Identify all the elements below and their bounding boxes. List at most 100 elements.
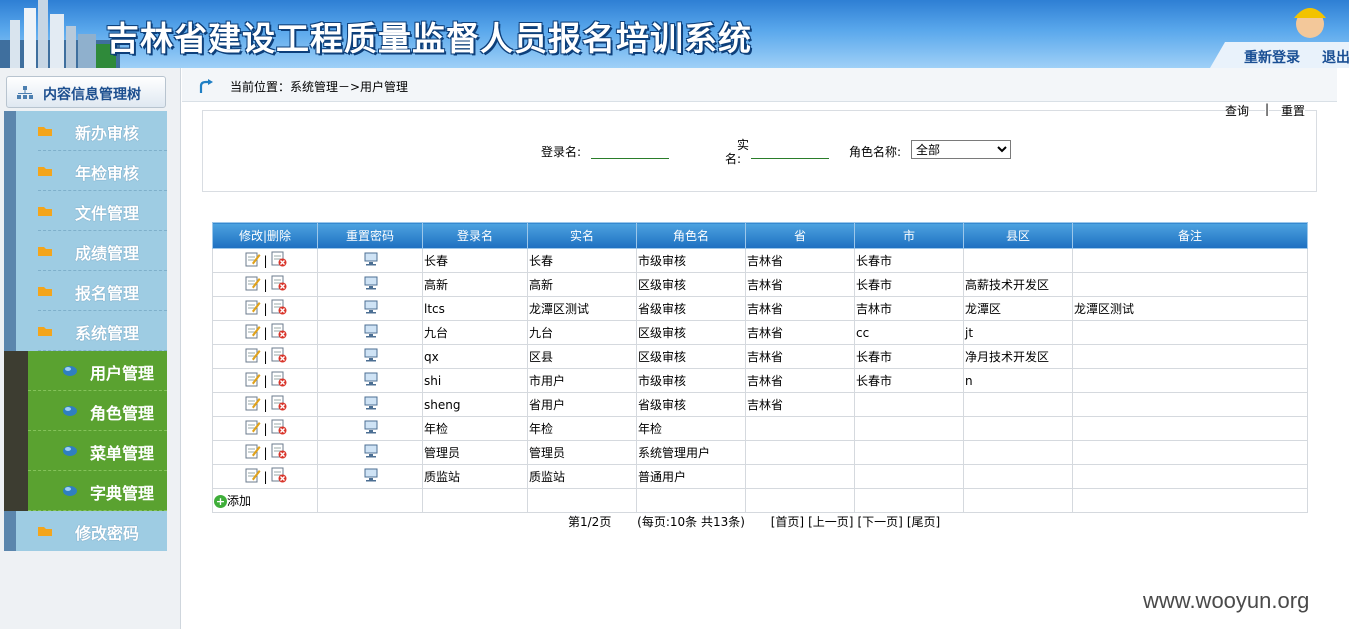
edit-delete-cell: | [212, 272, 318, 297]
sidebar-subitem-users[interactable]: 用户管理 [4, 351, 167, 391]
edit-icon[interactable] [245, 251, 261, 270]
tree-title: 内容信息管理树 [43, 87, 141, 103]
real-name-cell: 区县 [527, 344, 637, 369]
edit-icon[interactable] [245, 371, 261, 390]
role-name-cell: 区级审核 [636, 320, 746, 345]
next-page-link[interactable]: [下一页] [858, 515, 903, 529]
city-cell [854, 392, 964, 417]
city-cell: 长春市 [854, 368, 964, 393]
first-page-link[interactable]: [首页] [771, 515, 804, 529]
delete-icon[interactable] [271, 443, 287, 462]
col-header[interactable]: 实名 [527, 222, 637, 249]
add-label[interactable]: 添加 [227, 494, 251, 508]
edit-icon[interactable] [245, 275, 261, 294]
table-row: | 长春 长春 市级审核 吉林省 长春市 [212, 248, 1308, 273]
reset-password-icon[interactable] [363, 300, 379, 317]
province-cell: 吉林省 [745, 368, 855, 393]
delete-icon[interactable] [271, 371, 287, 390]
real-name-cell: 长春 [527, 248, 637, 273]
reset-password-icon[interactable] [363, 324, 379, 341]
col-header[interactable]: 市 [854, 222, 964, 249]
delete-icon[interactable] [271, 323, 287, 342]
note-cell [1072, 272, 1308, 297]
edit-icon[interactable] [245, 395, 261, 414]
edit-delete-cell: | [212, 392, 318, 417]
sidebar-item-label: 成绩管理 [75, 244, 140, 263]
add-cell[interactable]: + 添加 [212, 488, 318, 513]
real-name-input[interactable] [751, 143, 829, 159]
prev-page-link[interactable]: [上一页] [808, 515, 853, 529]
tree-header[interactable]: 内容信息管理树 [6, 76, 166, 108]
reset-link[interactable]: 重置 [1281, 102, 1306, 119]
real-name-cell: 九台 [527, 320, 637, 345]
sidebar-item-scores[interactable]: 成绩管理 [4, 231, 167, 271]
province-cell: 吉林省 [745, 392, 855, 417]
login-name-input[interactable] [591, 143, 669, 159]
county-cell: 高薪技术开发区 [963, 272, 1073, 297]
note-cell [1072, 368, 1308, 393]
reset-password-icon[interactable] [363, 252, 379, 269]
edit-icon[interactable] [245, 467, 261, 486]
real-name-cell: 质监站 [527, 464, 637, 489]
edit-icon[interactable] [245, 443, 261, 462]
logout-link[interactable]: 退出 [1322, 47, 1349, 67]
last-page-link[interactable]: [尾页] [907, 515, 940, 529]
reset-password-icon[interactable] [363, 276, 379, 293]
note-cell [1072, 392, 1308, 417]
reset-password-icon[interactable] [363, 468, 379, 485]
edit-icon[interactable] [245, 347, 261, 366]
sidebar-subitem-dictionary[interactable]: 字典管理 [4, 471, 167, 511]
query-link[interactable]: 查询 [1225, 102, 1250, 119]
sidebar-item-annual-review[interactable]: 年检审核 [4, 151, 167, 191]
main-content: 当前位置：系统管理－>用户管理 查询 | 重置 登录名: 实 名: 角色名称: … [182, 68, 1349, 629]
sidebar-item-system[interactable]: 系统管理 [4, 311, 167, 351]
reset-password-cell [317, 344, 423, 369]
reset-password-icon[interactable] [363, 348, 379, 365]
county-cell [963, 392, 1073, 417]
role-name-cell: 普通用户 [636, 464, 746, 489]
edit-delete-cell: | [212, 464, 318, 489]
col-header[interactable]: 省 [745, 222, 855, 249]
sidebar-subitem-label: 角色管理 [90, 404, 155, 423]
edit-icon[interactable] [245, 419, 261, 438]
reset-password-icon[interactable] [363, 420, 379, 437]
note-cell: 龙潭区测试 [1072, 296, 1308, 321]
col-header[interactable]: 县区 [963, 222, 1073, 249]
sidebar-item-label: 系统管理 [75, 324, 140, 343]
delete-icon[interactable] [271, 467, 287, 486]
role-select[interactable]: 全部 [911, 140, 1011, 159]
bullet-icon [63, 446, 77, 456]
table-row: | qx 区县 区级审核 吉林省 长春市 净月技术开发区 [212, 344, 1308, 369]
sidebar-item-change-password[interactable]: 修改密码 [4, 511, 167, 551]
sidebar-item-label: 报名管理 [75, 284, 140, 303]
watermark: www.wooyun.org [1143, 588, 1310, 613]
sidebar-item-registration[interactable]: 报名管理 [4, 271, 167, 311]
login-name-cell: 年检 [422, 416, 528, 441]
table-row: | sheng 省用户 省级审核 吉林省 [212, 392, 1308, 417]
sidebar-subitem-menus[interactable]: 菜单管理 [4, 431, 167, 471]
delete-icon[interactable] [271, 347, 287, 366]
sidebar-item-files[interactable]: 文件管理 [4, 191, 167, 231]
col-header[interactable]: 登录名 [422, 222, 528, 249]
edit-icon[interactable] [245, 299, 261, 318]
reset-password-icon[interactable] [363, 372, 379, 389]
sidebar-subitem-roles[interactable]: 角色管理 [4, 391, 167, 431]
delete-icon[interactable] [271, 395, 287, 414]
sidebar-item-new-review[interactable]: 新办审核 [4, 111, 167, 151]
col-header[interactable]: 备注 [1072, 222, 1308, 249]
city-cell [854, 440, 964, 465]
reset-password-icon[interactable] [363, 396, 379, 413]
pagination: 第1/2页 (每页:10条 共13条) [首页] [上一页] [下一页] [尾页] [568, 513, 944, 530]
delete-icon[interactable] [271, 419, 287, 438]
delete-icon[interactable] [271, 275, 287, 294]
role-name-label: 角色名称: [849, 145, 902, 159]
delete-icon[interactable] [271, 299, 287, 318]
county-cell [963, 464, 1073, 489]
edit-icon[interactable] [245, 323, 261, 342]
col-header[interactable]: 角色名 [636, 222, 746, 249]
province-cell [745, 464, 855, 489]
delete-icon[interactable] [271, 251, 287, 270]
add-icon[interactable]: + [214, 495, 227, 508]
reset-password-icon[interactable] [363, 444, 379, 461]
relogin-link[interactable]: 重新登录 [1244, 47, 1300, 67]
